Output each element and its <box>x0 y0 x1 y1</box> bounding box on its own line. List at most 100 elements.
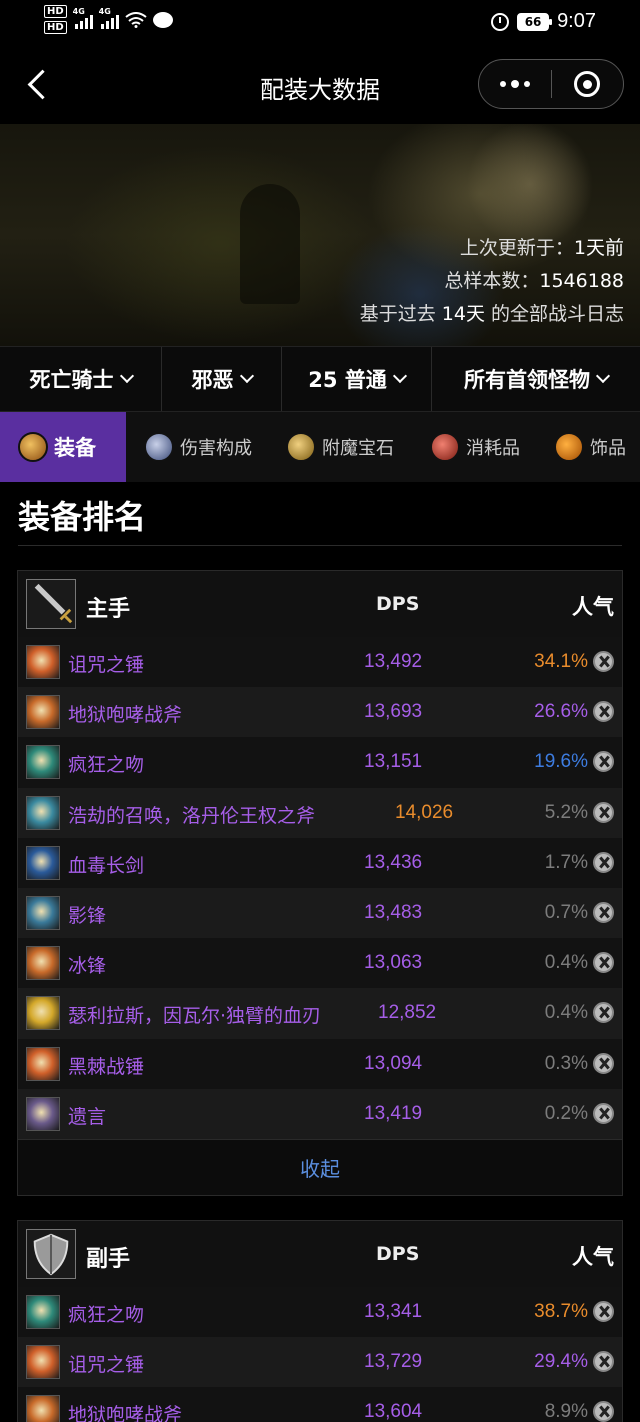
difficulty-filter[interactable]: 25 普通 <box>282 347 432 411</box>
category-tabs: 装备 伤害构成 附魔宝石 消耗品 饰品 <box>0 412 640 482</box>
clock: 9:07 <box>557 10 596 32</box>
table-row[interactable]: 遗言 13,419 0.2% <box>18 1088 622 1139</box>
mace-icon <box>26 645 60 679</box>
item-popularity: 26.6% <box>534 701 588 723</box>
card-header: 主手 DPS 人气 <box>18 571 622 637</box>
item-list: 疯狂之吻 13,341 38.7% 诅咒之锤 13,729 29.4% 地狱咆哮战斧 13,6… <box>18 1287 622 1422</box>
item-dps: 13,729 <box>364 1351 423 1373</box>
table-row[interactable]: 瑟利拉斯，因瓦尔·独臂的血刃 12,852 0.4% <box>18 988 622 1039</box>
item-name[interactable]: 地狱咆哮战斧 <box>68 700 182 727</box>
wowhead-link-icon[interactable] <box>593 1351 614 1373</box>
item-dps: 13,063 <box>364 952 423 974</box>
tab-consumables[interactable]: 消耗品 <box>412 412 536 482</box>
item-dps: 13,604 <box>364 1401 423 1422</box>
table-row[interactable]: 冰锋 13,063 0.4% <box>18 938 622 989</box>
class-filter[interactable]: 死亡骑士 <box>0 347 162 411</box>
item-popularity: 0.7% <box>544 901 588 923</box>
slot-label: 副手 <box>86 1247 131 1272</box>
section-title: 装备排名 <box>18 498 147 536</box>
mace-icon <box>26 1046 60 1081</box>
wowhead-link-icon[interactable] <box>593 1052 614 1074</box>
tab-damage-breakdown[interactable]: 伤害构成 <box>126 412 268 482</box>
item-name[interactable]: 瑟利拉斯，因瓦尔·独臂的血刃 <box>68 1001 321 1028</box>
item-name[interactable]: 诅咒之锤 <box>68 1350 144 1377</box>
wowhead-link-icon[interactable] <box>593 1301 614 1322</box>
table-row[interactable]: 黑棘战锤 13,094 0.3% <box>18 1038 622 1089</box>
wowhead-link-icon[interactable] <box>593 701 614 723</box>
back-button[interactable] <box>22 66 52 102</box>
mace-icon <box>26 1345 60 1380</box>
boss-filter[interactable]: 所有首领怪物 <box>432 347 640 411</box>
item-name[interactable]: 浩劫的召唤，洛丹伦王权之斧 <box>68 801 315 828</box>
wowhead-link-icon[interactable] <box>593 952 614 974</box>
item-popularity: 34.1% <box>534 651 588 672</box>
item-popularity: 38.7% <box>534 1301 588 1322</box>
wowhead-link-icon[interactable] <box>593 651 614 672</box>
gear-equipment-icon <box>18 432 48 462</box>
item-name[interactable]: 地狱咆哮战斧 <box>68 1400 182 1422</box>
spec-filter[interactable]: 邪恶 <box>162 347 282 411</box>
table-row[interactable]: 影锋 13,483 0.7% <box>18 887 622 939</box>
collapse-button[interactable]: 收起 <box>18 1138 622 1195</box>
wowhead-link-icon[interactable] <box>593 801 614 823</box>
status-right: 66 9:07 <box>491 10 596 33</box>
item-dps: 12,852 <box>378 1002 437 1024</box>
item-popularity: 0.2% <box>544 1102 588 1124</box>
blade-icon <box>26 845 60 880</box>
close-button[interactable] <box>552 60 624 108</box>
tab-trinkets[interactable]: 饰品 <box>536 412 640 482</box>
tab-equipment[interactable]: 装备 <box>0 412 126 482</box>
item-name[interactable]: 遗言 <box>68 1102 106 1129</box>
item-dps: 13,492 <box>364 651 423 672</box>
gem-icon <box>286 432 316 462</box>
potion-icon <box>430 432 460 462</box>
wowhead-link-icon[interactable] <box>593 901 614 923</box>
item-popularity: 1.7% <box>544 851 588 873</box>
table-row[interactable]: 疯狂之吻 13,341 38.7% <box>18 1287 622 1338</box>
item-name[interactable]: 影锋 <box>68 901 106 928</box>
kiss-icon <box>26 745 60 780</box>
dps-header: DPS <box>376 593 420 615</box>
trinket-icon <box>554 432 584 462</box>
item-name[interactable]: 血毒长剑 <box>68 851 144 878</box>
more-button[interactable] <box>479 60 551 108</box>
wowhead-link-icon[interactable] <box>593 851 614 873</box>
item-popularity: 5.2% <box>544 801 588 823</box>
hd-badge: HD <box>44 5 67 18</box>
item-name[interactable]: 疯狂之吻 <box>68 750 144 777</box>
table-row[interactable]: 疯狂之吻 13,151 19.6% <box>18 737 622 788</box>
alarm-icon <box>491 12 510 31</box>
item-name[interactable]: 诅咒之锤 <box>68 650 144 677</box>
table-row[interactable]: 诅咒之锤 13,492 34.1% <box>18 637 622 688</box>
item-name[interactable]: 疯狂之吻 <box>68 1300 144 1327</box>
item-popularity: 0.4% <box>544 1002 588 1024</box>
wowhead-link-icon[interactable] <box>593 751 614 773</box>
shield-icon <box>26 1229 76 1279</box>
table-row[interactable]: 血毒长剑 13,436 1.7% <box>18 837 622 888</box>
data-basis: 基于过去 14天 的全部战斗日志 <box>359 303 624 325</box>
item-popularity: 0.3% <box>544 1052 588 1074</box>
table-row[interactable]: 诅咒之锤 13,729 29.4% <box>18 1337 622 1388</box>
target-circle-icon <box>574 71 601 97</box>
more-dots-icon <box>499 81 506 87</box>
sword-icon <box>26 996 60 1031</box>
wowhead-link-icon[interactable] <box>593 1002 614 1024</box>
wowhead-link-icon[interactable] <box>593 1401 614 1422</box>
chat-icon <box>152 11 173 28</box>
tab-enchants-gems[interactable]: 附魔宝石 <box>268 412 412 482</box>
sample-count: 总样本数：1546188 <box>444 270 624 292</box>
filter-bar: 死亡骑士 邪恶 25 普通 所有首领怪物 <box>0 346 640 412</box>
table-row[interactable]: 浩劫的召唤，洛丹伦王权之斧 14,026 5.2% <box>18 787 622 838</box>
table-row[interactable]: 地狱咆哮战斧 13,693 26.6% <box>18 687 622 738</box>
item-dps: 13,483 <box>364 901 423 923</box>
status-indicators: HD HD 4G 4G <box>44 5 173 34</box>
status-bar: HD HD 4G 4G 66 9:07 <box>0 0 640 44</box>
off-hand-card: 副手 DPS 人气 疯狂之吻 13,341 38.7% 诅咒之锤 13,729 29.4%… <box>17 1220 623 1422</box>
axe-icon <box>26 795 60 830</box>
item-dps: 14,026 <box>395 801 454 823</box>
item-name[interactable]: 冰锋 <box>68 951 106 978</box>
wowhead-link-icon[interactable] <box>593 1102 614 1124</box>
table-row[interactable]: 地狱咆哮战斧 13,604 8.9% <box>18 1387 622 1422</box>
item-name[interactable]: 黑棘战锤 <box>68 1052 144 1079</box>
item-dps: 13,151 <box>364 751 423 773</box>
